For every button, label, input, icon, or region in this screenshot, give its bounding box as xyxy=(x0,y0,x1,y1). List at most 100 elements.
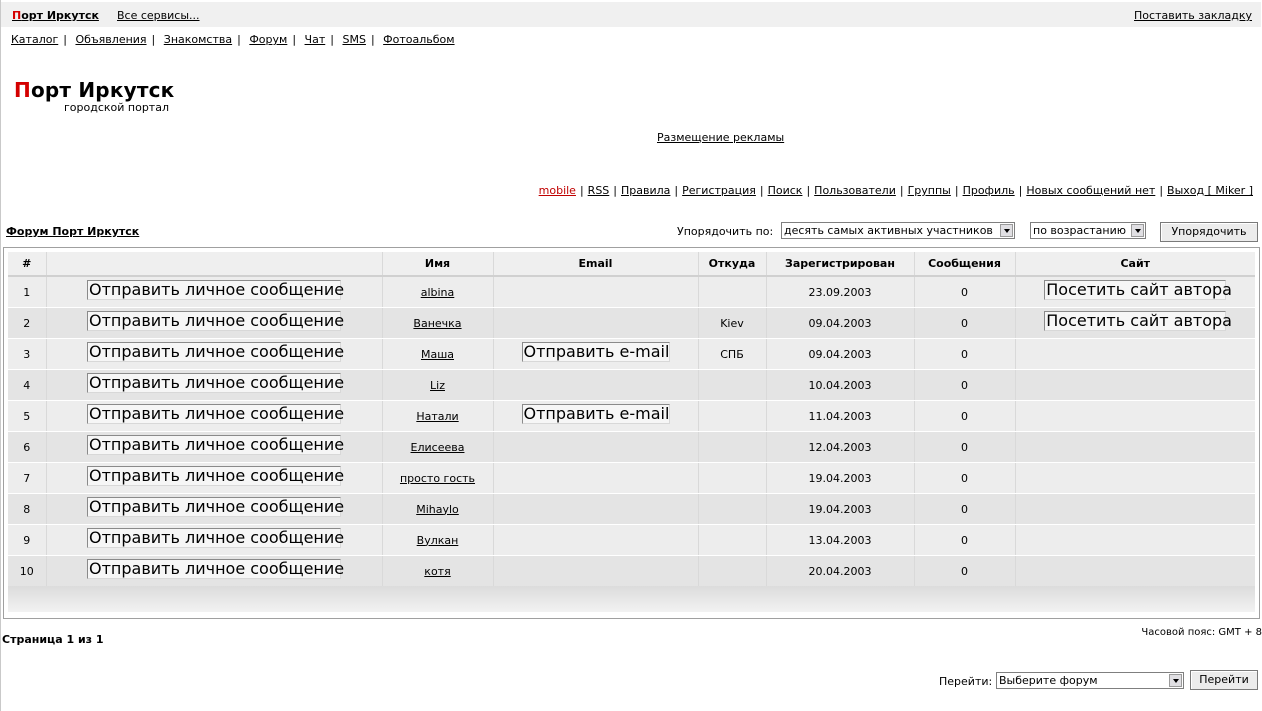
sort-field-select[interactable]: десять самых активных участников xyxy=(781,222,1015,239)
separator: | xyxy=(899,184,904,197)
pm-cell: Отправить личное сообщение xyxy=(46,369,383,401)
registered-cell: 13.04.2003 xyxy=(766,524,915,556)
from-cell xyxy=(698,462,767,494)
nav-photoalbum[interactable]: Фотоальбом xyxy=(383,33,454,46)
all-services-link[interactable]: Все сервисы... xyxy=(117,9,200,22)
send-pm-button[interactable]: Отправить личное сообщение xyxy=(87,434,344,455)
brand-link[interactable]: Порт Иркутск xyxy=(12,9,99,22)
col-header-email[interactable]: Email xyxy=(493,252,699,277)
row-number: 6 xyxy=(8,431,47,463)
table-row: 2 Отправить личное сообщение Ванечка Kiev 09… xyxy=(8,307,1255,339)
top-bar: Порт Иркутск Все сервисы... Поставить за… xyxy=(1,2,1261,27)
registered-cell: 09.04.2003 xyxy=(766,338,915,370)
site-cell xyxy=(1015,462,1255,494)
from-cell xyxy=(698,431,767,463)
jump-forum-value: Выберите форум xyxy=(999,674,1098,687)
jump-forum-select[interactable]: Выберите форум xyxy=(996,672,1184,689)
nav-users[interactable]: Пользователи xyxy=(814,184,896,197)
separator: | xyxy=(954,184,959,197)
nav-forum[interactable]: Форум xyxy=(249,33,287,46)
nav-mobile[interactable]: mobile xyxy=(539,184,576,197)
table-row: 9 Отправить личное сообщение Вулкан 13.04.2… xyxy=(8,524,1255,556)
from-cell: СПБ xyxy=(698,338,767,370)
table-row: 6 Отправить личное сообщение Елисеева 12.04… xyxy=(8,431,1255,463)
nav-new-messages[interactable]: Новых сообщений нет xyxy=(1026,184,1155,197)
posts-cell: 0 xyxy=(914,338,1016,370)
jump-button[interactable]: Перейти xyxy=(1190,670,1258,690)
member-name-link[interactable]: albina xyxy=(421,286,455,299)
pm-cell: Отправить личное сообщение xyxy=(46,400,383,432)
member-name-link[interactable]: Ванечка xyxy=(413,317,461,330)
nav-catalog[interactable]: Каталог xyxy=(11,33,58,46)
posts-cell: 0 xyxy=(914,493,1016,525)
member-name-link[interactable]: Вулкан xyxy=(417,534,459,547)
table-row: 3 Отправить личное сообщение Маша Отправить… xyxy=(8,338,1255,370)
member-name-link[interactable]: просто гость xyxy=(400,472,475,485)
col-header-registered[interactable]: Зарегистрирован xyxy=(766,252,915,277)
nav-chat[interactable]: Чат xyxy=(305,33,326,46)
registered-cell: 12.04.2003 xyxy=(766,431,915,463)
nav-groups[interactable]: Группы xyxy=(908,184,951,197)
col-header-number[interactable]: # xyxy=(8,252,47,277)
col-header-from[interactable]: Откуда xyxy=(698,252,767,277)
pm-cell: Отправить личное сообщение xyxy=(46,462,383,494)
logo-first-letter: П xyxy=(14,78,31,102)
nav-sms[interactable]: SMS xyxy=(342,33,365,46)
forum-index-link[interactable]: Форум Порт Иркутск xyxy=(6,225,139,238)
site-logo[interactable]: Порт Иркутск xyxy=(14,78,174,102)
posts-cell: 0 xyxy=(914,555,1016,587)
nav-profile[interactable]: Профиль xyxy=(963,184,1015,197)
nav-dating[interactable]: Знакомства xyxy=(164,33,232,46)
member-name-link[interactable]: котя xyxy=(424,565,450,578)
name-cell: Liz xyxy=(382,369,494,401)
site-cell xyxy=(1015,555,1255,587)
nav-rss[interactable]: RSS xyxy=(588,184,610,197)
services-nav: Каталог | Объявления | Знакомства | Форум | … xyxy=(11,33,460,46)
posts-cell: 0 xyxy=(914,524,1016,556)
col-header-name[interactable]: Имя xyxy=(382,252,494,277)
registered-cell: 23.09.2003 xyxy=(766,276,915,308)
separator: | xyxy=(579,184,584,197)
separator: | xyxy=(292,33,297,46)
visit-site-button[interactable]: Посетить сайт автора xyxy=(1044,279,1232,300)
ads-placement-link[interactable]: Размещение рекламы xyxy=(657,131,784,144)
col-header-site[interactable]: Сайт xyxy=(1015,252,1255,277)
send-pm-button[interactable]: Отправить личное сообщение xyxy=(87,496,344,517)
send-email-button[interactable]: Отправить e-mail xyxy=(521,341,670,362)
name-cell: Маша xyxy=(382,338,494,370)
sort-order-select[interactable]: по возрастанию xyxy=(1030,222,1146,239)
nav-register[interactable]: Регистрация xyxy=(682,184,756,197)
send-pm-button[interactable]: Отправить личное сообщение xyxy=(87,310,344,331)
nav-rules[interactable]: Правила xyxy=(621,184,670,197)
registered-cell: 19.04.2003 xyxy=(766,462,915,494)
bookmark-link[interactable]: Поставить закладку xyxy=(1134,9,1252,22)
send-pm-button[interactable]: Отправить личное сообщение xyxy=(87,403,344,424)
member-name-link[interactable]: Mihaylo xyxy=(416,503,459,516)
member-name-link[interactable]: Натали xyxy=(416,410,458,423)
page-info: Страница 1 из 1 xyxy=(2,633,104,646)
send-pm-button[interactable]: Отправить личное сообщение xyxy=(87,372,344,393)
sort-button[interactable]: Упорядочить xyxy=(1160,222,1258,242)
col-header-posts[interactable]: Сообщения xyxy=(914,252,1016,277)
site-cell xyxy=(1015,431,1255,463)
send-pm-button[interactable]: Отправить личное сообщение xyxy=(87,465,344,486)
member-name-link[interactable]: Маша xyxy=(421,348,454,361)
name-cell: Натали xyxy=(382,400,494,432)
send-email-button[interactable]: Отправить e-mail xyxy=(521,403,670,424)
send-pm-button[interactable]: Отправить личное сообщение xyxy=(87,279,344,300)
separator: | xyxy=(1018,184,1023,197)
send-pm-button[interactable]: Отправить личное сообщение xyxy=(87,527,344,548)
send-pm-button[interactable]: Отправить личное сообщение xyxy=(87,558,344,579)
posts-cell: 0 xyxy=(914,307,1016,339)
pm-cell: Отправить личное сообщение xyxy=(46,276,383,308)
row-number: 3 xyxy=(8,338,47,370)
name-cell: albina xyxy=(382,276,494,308)
nav-search[interactable]: Поиск xyxy=(768,184,803,197)
nav-logout[interactable]: Выход [ Miker ] xyxy=(1167,184,1253,197)
visit-site-button[interactable]: Посетить сайт автора xyxy=(1044,310,1232,331)
member-name-link[interactable]: Liz xyxy=(430,379,445,392)
nav-ads[interactable]: Объявления xyxy=(75,33,146,46)
email-cell xyxy=(493,555,699,587)
send-pm-button[interactable]: Отправить личное сообщение xyxy=(87,341,344,362)
member-name-link[interactable]: Елисеева xyxy=(411,441,465,454)
